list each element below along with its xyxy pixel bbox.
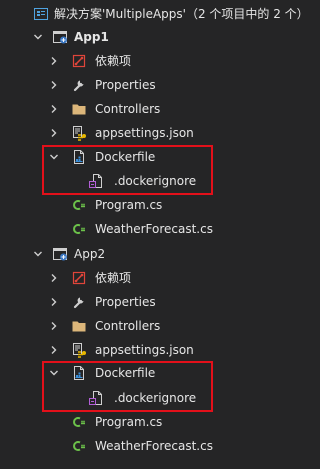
csharp-file-icon bbox=[71, 438, 87, 454]
tree-item-controllers[interactable]: Controllers bbox=[0, 97, 305, 121]
tree-item-weatherforecast[interactable]: WeatherForecast.cs bbox=[0, 217, 305, 241]
chevron-down-icon[interactable] bbox=[32, 31, 44, 43]
chevron-down-icon[interactable] bbox=[32, 248, 44, 260]
project-icon bbox=[52, 246, 68, 262]
settings-json-icon bbox=[71, 125, 87, 141]
project-icon bbox=[52, 29, 68, 45]
properties-label: Properties bbox=[95, 295, 156, 309]
folder-icon bbox=[71, 318, 87, 334]
project-name: App2 bbox=[74, 247, 106, 261]
tree-item-properties[interactable]: Properties bbox=[0, 290, 305, 314]
tree-item-dockerignore[interactable]: .dockerignore bbox=[0, 386, 305, 410]
project-row-app1[interactable]: App1 bbox=[0, 25, 305, 49]
project-row-app2[interactable]: App2 bbox=[0, 242, 305, 266]
appsettings-label: appsettings.json bbox=[95, 343, 194, 357]
csharp-file-icon bbox=[71, 414, 87, 430]
dependencies-icon bbox=[71, 53, 87, 69]
tree-item-dockerignore[interactable]: .dockerignore bbox=[0, 169, 305, 193]
dockerignore-label: .dockerignore bbox=[114, 174, 197, 188]
program-label: Program.cs bbox=[95, 198, 163, 212]
tree-item-appsettings[interactable]: appsettings.json bbox=[0, 121, 305, 145]
tree-item-dependencies[interactable]: 依赖项 bbox=[0, 266, 305, 290]
controllers-label: Controllers bbox=[95, 102, 161, 116]
tree-item-weatherforecast[interactable]: WeatherForecast.cs bbox=[0, 434, 305, 458]
tree-item-properties[interactable]: Properties bbox=[0, 73, 305, 97]
dependencies-icon bbox=[71, 270, 87, 286]
chevron-right-icon[interactable] bbox=[48, 296, 60, 308]
chevron-down-icon[interactable] bbox=[48, 367, 60, 379]
properties-label: Properties bbox=[95, 78, 156, 92]
program-label: Program.cs bbox=[95, 415, 163, 429]
tree-item-program[interactable]: Program.cs bbox=[0, 410, 305, 434]
dependencies-label: 依赖项 bbox=[95, 54, 132, 68]
wrench-icon bbox=[71, 77, 87, 93]
dockerignore-label: .dockerignore bbox=[114, 391, 197, 405]
chevron-right-icon[interactable] bbox=[48, 320, 60, 332]
dependencies-label: 依赖项 bbox=[95, 271, 132, 285]
chevron-right-icon[interactable] bbox=[48, 103, 60, 115]
appsettings-label: appsettings.json bbox=[95, 126, 194, 140]
dockerignore-file-icon bbox=[88, 390, 104, 406]
docker-file-icon bbox=[71, 365, 87, 381]
solution-label: 解决方案'MultipleApps'（2 个项目中的 2 个） bbox=[54, 7, 309, 21]
tree-item-appsettings[interactable]: appsettings.json bbox=[0, 338, 305, 362]
tree-item-controllers[interactable]: Controllers bbox=[0, 314, 305, 338]
weatherforecast-label: WeatherForecast.cs bbox=[95, 439, 213, 453]
dockerignore-file-icon bbox=[88, 173, 104, 189]
chevron-down-icon[interactable] bbox=[48, 151, 60, 163]
chevron-right-icon[interactable] bbox=[48, 344, 60, 356]
dockerfile-label: Dockerfile bbox=[95, 150, 156, 164]
solution-icon bbox=[33, 6, 49, 22]
chevron-right-icon[interactable] bbox=[48, 272, 60, 284]
tree-item-program[interactable]: Program.cs bbox=[0, 193, 305, 217]
controllers-label: Controllers bbox=[95, 319, 161, 333]
docker-file-icon bbox=[71, 149, 87, 165]
solution-row[interactable]: 解决方案'MultipleApps'（2 个项目中的 2 个） bbox=[0, 2, 309, 26]
settings-json-icon bbox=[71, 342, 87, 358]
folder-icon bbox=[71, 101, 87, 117]
chevron-right-icon[interactable] bbox=[48, 127, 60, 139]
tree-item-dockerfile[interactable]: Dockerfile bbox=[0, 145, 305, 169]
csharp-file-icon bbox=[71, 221, 87, 237]
chevron-right-icon[interactable] bbox=[48, 55, 60, 67]
wrench-icon bbox=[71, 294, 87, 310]
chevron-right-icon[interactable] bbox=[48, 79, 60, 91]
csharp-file-icon bbox=[71, 197, 87, 213]
dockerfile-label: Dockerfile bbox=[95, 366, 156, 380]
tree-item-dockerfile[interactable]: Dockerfile bbox=[0, 361, 305, 385]
weatherforecast-label: WeatherForecast.cs bbox=[95, 222, 213, 236]
project-name: App1 bbox=[74, 30, 109, 44]
tree-item-dependencies[interactable]: 依赖项 bbox=[0, 49, 305, 73]
